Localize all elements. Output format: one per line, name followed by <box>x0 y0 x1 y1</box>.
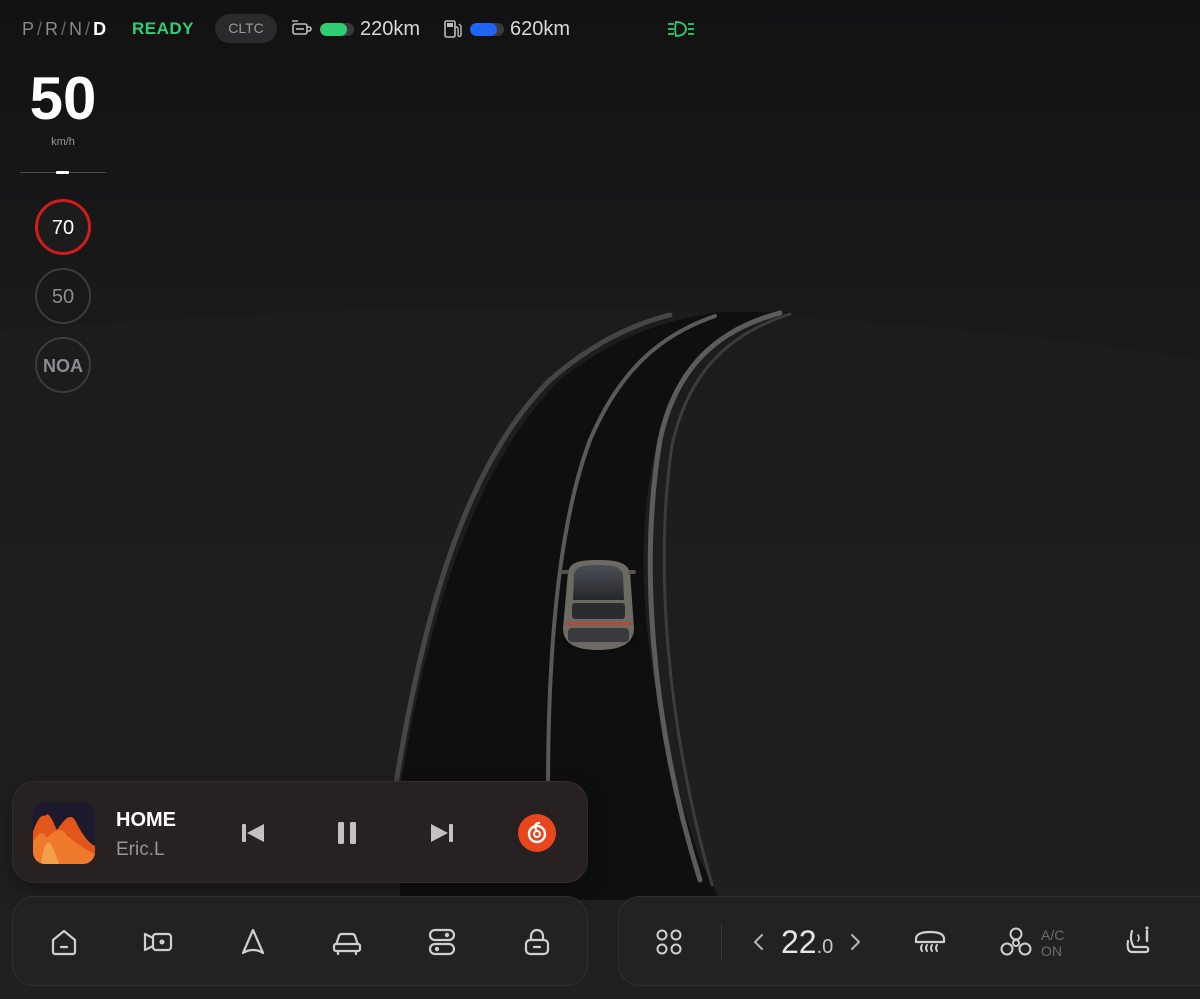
temperature-decimal: .0 <box>816 935 834 958</box>
fuel-pump-icon <box>444 20 462 38</box>
navigation-icon[interactable] <box>236 925 270 959</box>
vehicle-dock <box>12 896 588 986</box>
netease-music-icon[interactable] <box>518 814 556 852</box>
previous-track-icon[interactable] <box>237 817 269 849</box>
battery-plug-icon <box>292 20 312 35</box>
next-track-icon[interactable] <box>426 817 458 849</box>
gear-selector: P / R / N / D <box>22 19 107 40</box>
chevron-right-icon[interactable] <box>847 930 863 954</box>
ac-control[interactable]: A/C ON <box>999 921 1064 965</box>
gear-n: N <box>69 19 84 39</box>
controls-icon[interactable] <box>425 925 459 959</box>
ev-level-fill <box>320 22 348 36</box>
low-beam-headlight-icon <box>668 21 694 37</box>
cruise-speed-button[interactable]: 50 <box>35 268 91 324</box>
climate-dock: 22 .0 A/C ON <box>618 896 1200 986</box>
ready-indicator: READY <box>132 19 195 38</box>
gear-r: R <box>45 19 60 39</box>
temperature-control: 22 .0 <box>751 919 863 965</box>
speed-limit-sign: 70 <box>35 199 91 255</box>
rear-defrost-icon[interactable] <box>913 925 947 959</box>
media-player: HOME Eric.L <box>12 781 588 883</box>
status-bar: P / R / N / D READY CLTC 220km 620km <box>0 0 1200 58</box>
noa-button[interactable]: NOA <box>35 337 91 393</box>
track-title: HOME <box>116 809 176 831</box>
ev-level-bar <box>320 22 354 36</box>
gear-separator: / <box>61 19 68 39</box>
speed-marker <box>56 171 69 174</box>
dashcam-icon[interactable] <box>141 925 175 959</box>
home-icon[interactable] <box>47 925 81 959</box>
fuel-range: 620km <box>440 17 570 41</box>
lock-icon[interactable] <box>520 925 554 959</box>
dock-divider <box>721 924 722 960</box>
ac-state: ON <box>1041 943 1062 959</box>
chevron-left-icon[interactable] <box>751 930 767 954</box>
pause-icon[interactable] <box>331 817 363 849</box>
speed-unit: km/h <box>51 136 75 148</box>
temperature-value: 22 <box>781 923 817 960</box>
gear-separator: / <box>85 19 92 39</box>
speedometer: 50 km/h <box>20 64 106 148</box>
gear-separator: / <box>37 19 44 39</box>
ac-label: A/C <box>1041 927 1065 943</box>
fan-icon[interactable] <box>999 926 1033 960</box>
speed-value: 50 <box>29 65 97 132</box>
gear-p: P <box>22 19 36 39</box>
gear-d: D <box>93 19 108 39</box>
ev-range-value: 220km <box>360 17 421 40</box>
range-mode-badge[interactable]: CLTC <box>215 14 277 43</box>
seat-heat-icon[interactable] <box>1122 925 1156 959</box>
fuel-range-value: 620km <box>510 17 571 40</box>
apps-grid-icon[interactable] <box>652 925 686 959</box>
fuel-level-fill <box>470 22 498 36</box>
vehicle-icon[interactable] <box>330 925 364 959</box>
ev-range: 220km <box>290 17 420 41</box>
track-artist: Eric.L <box>116 839 165 860</box>
fuel-level-bar <box>470 22 504 36</box>
album-art[interactable] <box>33 802 95 864</box>
